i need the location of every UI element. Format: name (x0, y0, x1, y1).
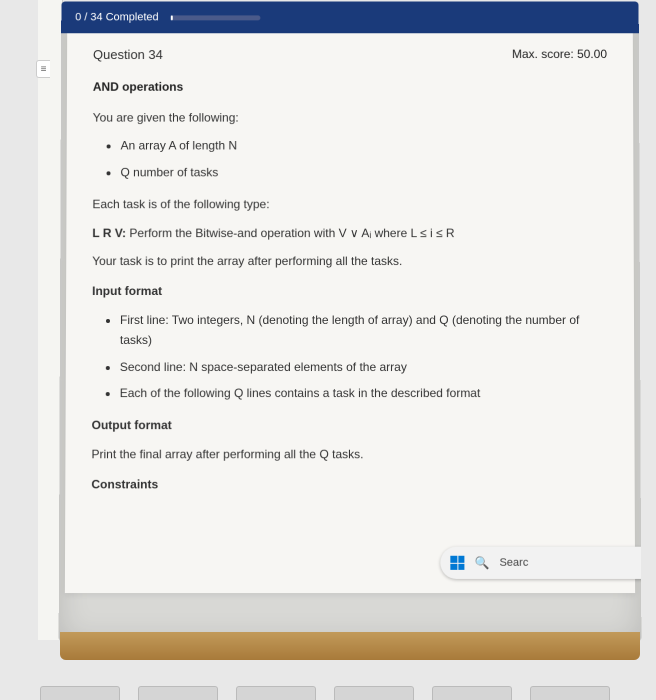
max-score: Max. score: 50.00 (512, 47, 607, 61)
thumbnail[interactable] (40, 686, 120, 700)
thumbnail-strip (40, 670, 640, 700)
givens-list: An array A of length N Q number of tasks (93, 136, 608, 183)
task-prefix: L R V: (92, 226, 126, 240)
thumbnail[interactable] (236, 686, 316, 700)
constraints-heading: Constraints (91, 474, 608, 494)
screen-frame: 0 / 34 Completed Question 34 Max. score:… (59, 2, 642, 642)
taskbar-search-label[interactable]: Searc (499, 557, 528, 569)
given-1: Q number of tasks (120, 165, 218, 179)
windows-start-icon[interactable] (450, 556, 464, 570)
goal-text: Your task is to print the array after pe… (92, 251, 608, 271)
thumbnail[interactable] (432, 686, 512, 700)
question-number: Question 34 (93, 47, 163, 62)
progress-text: 0 / 34 Completed (75, 11, 158, 23)
side-collapse-tab[interactable]: ≡ (36, 60, 50, 78)
search-icon[interactable]: 🔍 (474, 556, 489, 570)
intro-text: You are given the following: (93, 108, 608, 128)
task-type-lead: Each task is of the following type: (92, 194, 607, 214)
thumbnail[interactable] (530, 686, 610, 700)
given-0: An array A of length N (121, 139, 237, 153)
input-format-heading: Input format (92, 281, 608, 301)
windows-taskbar[interactable]: 🔍 Searc (440, 547, 641, 579)
quiz-progress-bar: 0 / 34 Completed (61, 2, 639, 34)
input-format-list: First line: Two integers, N (denoting th… (92, 310, 609, 404)
list-item: An array A of length N (121, 136, 608, 156)
list-item: Q number of tasks (120, 162, 607, 182)
list-item: First line: Two integers, N (denoting th… (120, 310, 608, 351)
question-body: You are given the following: An array A … (91, 108, 608, 495)
thumbnail[interactable] (138, 686, 218, 700)
question-panel: Question 34 Max. score: 50.00 AND operat… (65, 33, 635, 593)
task-body: Perform the Bitwise-and operation with V… (129, 226, 454, 240)
list-item: Each of the following Q lines contains a… (120, 383, 609, 403)
thumbnail[interactable] (334, 686, 414, 700)
laptop-hinge (60, 632, 640, 660)
question-header: Question 34 Max. score: 50.00 (93, 47, 607, 74)
output-format-heading: Output format (92, 415, 609, 435)
progress-fill (171, 15, 173, 20)
task-line: L R V: Perform the Bitwise-and operation… (92, 223, 607, 243)
question-title: AND operations (93, 80, 607, 94)
progress-track (171, 15, 261, 20)
list-item: Second line: N space-separated elements … (120, 357, 608, 377)
output-text: Print the final array after performing a… (91, 444, 608, 464)
